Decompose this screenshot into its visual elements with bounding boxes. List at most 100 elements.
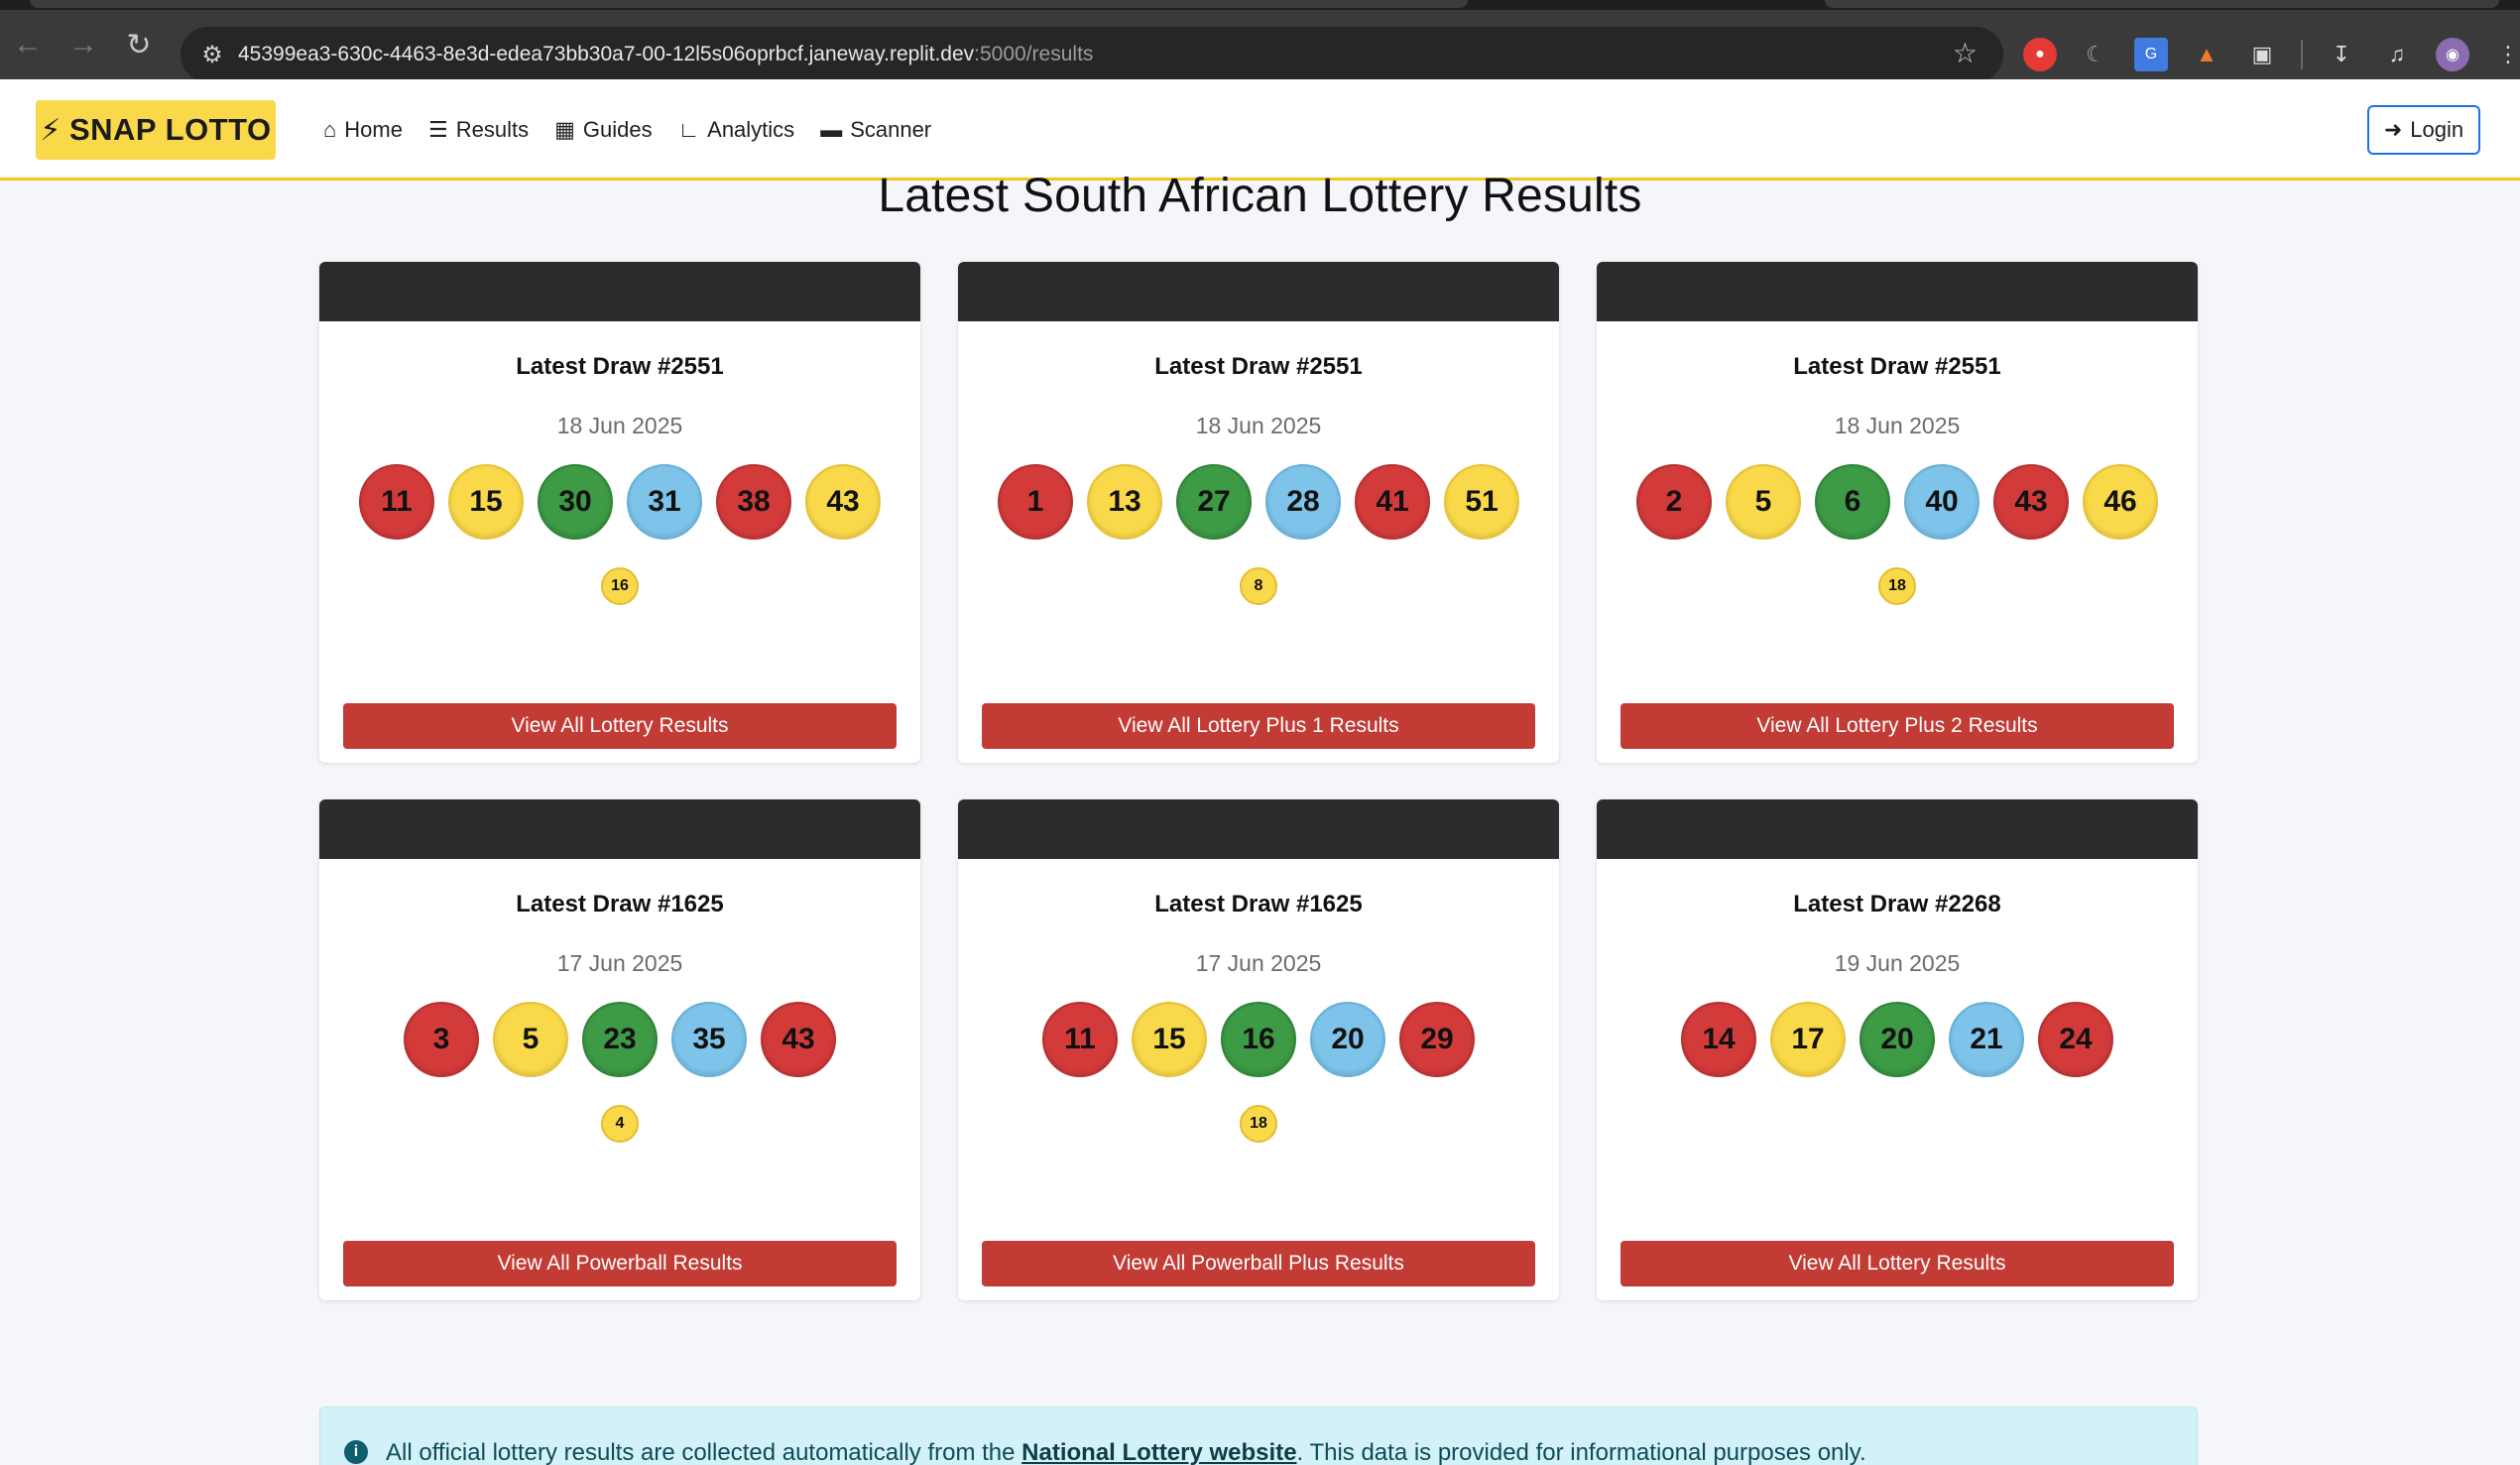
extension-moon-icon[interactable]: ☾ xyxy=(2079,38,2112,71)
login-label: Login xyxy=(2410,117,2464,142)
lottery-ball: 46 xyxy=(2083,464,2158,540)
view-results-button[interactable]: View All Lottery Results xyxy=(1620,1241,2174,1286)
bonus-row: 16 xyxy=(319,567,920,605)
lottery-ball: 30 xyxy=(538,464,613,540)
extension-red-icon[interactable]: ● xyxy=(2023,38,2057,71)
nav-guides-label: Guides xyxy=(582,117,653,142)
lottery-ball: 15 xyxy=(448,464,524,540)
draw-date: 18 Jun 2025 xyxy=(1834,413,1961,438)
lottery-ball: 2 xyxy=(1636,464,1712,540)
lottery-ball: 23 xyxy=(582,1002,658,1077)
bonus-row: 18 xyxy=(958,1105,1559,1143)
site-settings-icon[interactable]: ⚙ xyxy=(186,27,238,82)
home-icon: ⌂ xyxy=(323,117,337,142)
page-title: Latest South African Lottery Results xyxy=(878,170,1642,222)
forward-icon[interactable]: → xyxy=(56,10,111,79)
lottery-ball: 20 xyxy=(1860,1002,1935,1077)
nav-results[interactable]: ☰ Results xyxy=(428,117,529,143)
brand-name: SNAP LOTTO xyxy=(68,112,272,147)
lottery-ball: 40 xyxy=(1904,464,1980,540)
view-results-button[interactable]: View All Lottery Plus 2 Results xyxy=(1620,703,2174,749)
draw-title: Latest Draw #2268 xyxy=(1793,891,2001,917)
card-header xyxy=(958,799,1559,859)
lottery-ball: 16 xyxy=(1221,1002,1296,1077)
ticket-icon: ▬ xyxy=(820,117,843,142)
view-results-button[interactable]: View All Powerball Results xyxy=(343,1241,897,1286)
result-card: Latest Draw #2551 18 Jun 2025 1 13 27 28… xyxy=(958,262,1559,763)
nav-home[interactable]: ⌂ Home xyxy=(323,117,403,143)
browser-menu-icon[interactable]: ⋮ xyxy=(2491,38,2520,71)
lottery-ball: 14 xyxy=(1681,1002,1756,1077)
lottery-ball: 28 xyxy=(1265,464,1341,540)
translate-extension-icon[interactable]: G xyxy=(2134,38,2168,71)
bonus-ball: 16 xyxy=(601,567,639,605)
url-text[interactable]: 45399ea3-630c-4463-8e3d-edea73bb30a7-00-… xyxy=(238,43,1093,66)
lottery-ball: 41 xyxy=(1355,464,1430,540)
result-card: Latest Draw #2268 19 Jun 2025 14 17 20 2… xyxy=(1597,799,2198,1300)
view-results-button[interactable]: View All Lottery Results xyxy=(343,703,897,749)
nav-guides[interactable]: ▦ Guides xyxy=(554,117,653,143)
lottery-ball: 43 xyxy=(1993,464,2069,540)
lottery-ball: 29 xyxy=(1399,1002,1475,1077)
browser-tab[interactable] xyxy=(1825,0,2499,8)
nav-analytics[interactable]: ∟ Analytics xyxy=(678,117,795,143)
nav-scanner[interactable]: ▬ Scanner xyxy=(820,117,931,143)
nav-scanner-label: Scanner xyxy=(850,117,932,142)
login-button[interactable]: ➜ Login xyxy=(2367,105,2480,155)
lottery-ball: 6 xyxy=(1815,464,1890,540)
lottery-ball: 17 xyxy=(1770,1002,1846,1077)
national-lottery-link[interactable]: National Lottery website xyxy=(1021,1439,1296,1465)
browser-toolbar: ← → ↻ ⚙ 45399ea3-630c-4463-8e3d-edea73bb… xyxy=(0,10,2520,82)
info-prefix: All official lottery results are collect… xyxy=(386,1439,1022,1465)
result-card: Latest Draw #2551 18 Jun 2025 11 15 30 3… xyxy=(319,262,920,763)
lottery-ball: 31 xyxy=(627,464,702,540)
draw-date: 19 Jun 2025 xyxy=(1834,950,1961,976)
lottery-ball: 43 xyxy=(761,1002,836,1077)
view-results-button[interactable]: View All Powerball Plus Results xyxy=(982,1241,1535,1286)
browser-active-tab[interactable] xyxy=(30,0,1468,8)
draw-date: 18 Jun 2025 xyxy=(1195,413,1322,438)
info-suffix: . This data is provided for informationa… xyxy=(1296,1439,1866,1465)
info-icon: i xyxy=(344,1440,368,1464)
lottery-ball: 38 xyxy=(716,464,791,540)
ball-row: 11 15 30 31 38 43 xyxy=(319,464,920,540)
info-text: All official lottery results are collect… xyxy=(386,1439,1866,1465)
ball-row: 3 5 23 35 43 xyxy=(319,1002,920,1077)
reload-icon[interactable]: ↻ xyxy=(111,10,167,79)
nav-links: ⌂ Home ☰ Results ▦ Guides ∟ Analytics ▬ Scann… xyxy=(323,79,931,181)
bookmark-star-icon[interactable]: ☆ xyxy=(1953,37,1978,69)
lottery-ball: 5 xyxy=(1726,464,1801,540)
lottery-ball: 27 xyxy=(1176,464,1252,540)
card-header xyxy=(958,262,1559,321)
brand-logo[interactable]: ⚡ SNAP LOTTO xyxy=(36,100,276,160)
draw-date: 18 Jun 2025 xyxy=(556,413,683,438)
lightning-icon: ⚡ xyxy=(40,113,61,147)
lottery-ball: 15 xyxy=(1132,1002,1207,1077)
extension-fox-icon[interactable]: ▲ xyxy=(2190,38,2223,71)
downloads-icon[interactable]: ↧ xyxy=(2325,38,2358,71)
info-alert: i All official lottery results are colle… xyxy=(319,1406,2198,1465)
bonus-row: 4 xyxy=(319,1105,920,1143)
extensions-puzzle-icon[interactable]: ▣ xyxy=(2245,38,2279,71)
draw-title: Latest Draw #2551 xyxy=(516,353,724,380)
login-icon: ➜ xyxy=(2383,117,2403,142)
view-results-button[interactable]: View All Lottery Plus 1 Results xyxy=(982,703,1535,749)
url-host: 45399ea3-630c-4463-8e3d-edea73bb30a7-00-… xyxy=(238,43,975,65)
nav-results-label: Results xyxy=(455,117,530,142)
list-icon: ☰ xyxy=(427,117,448,142)
draw-title: Latest Draw #1625 xyxy=(516,891,724,917)
lottery-ball: 51 xyxy=(1444,464,1519,540)
card-header xyxy=(1597,262,2198,321)
address-bar[interactable]: ⚙ 45399ea3-630c-4463-8e3d-edea73bb30a7-0… xyxy=(180,27,2003,82)
bonus-ball: 4 xyxy=(601,1105,639,1143)
lottery-ball: 3 xyxy=(404,1002,479,1077)
profile-avatar-icon[interactable]: ◉ xyxy=(2436,38,2469,71)
lottery-ball: 35 xyxy=(671,1002,747,1077)
ball-row: 11 15 16 20 29 xyxy=(958,1002,1559,1077)
lottery-ball: 5 xyxy=(493,1002,568,1077)
back-icon[interactable]: ← xyxy=(0,10,56,79)
book-icon: ▦ xyxy=(554,117,575,142)
media-control-icon[interactable]: ♫ xyxy=(2380,38,2414,71)
url-path: :5000/results xyxy=(974,43,1094,65)
card-header xyxy=(1597,799,2198,859)
